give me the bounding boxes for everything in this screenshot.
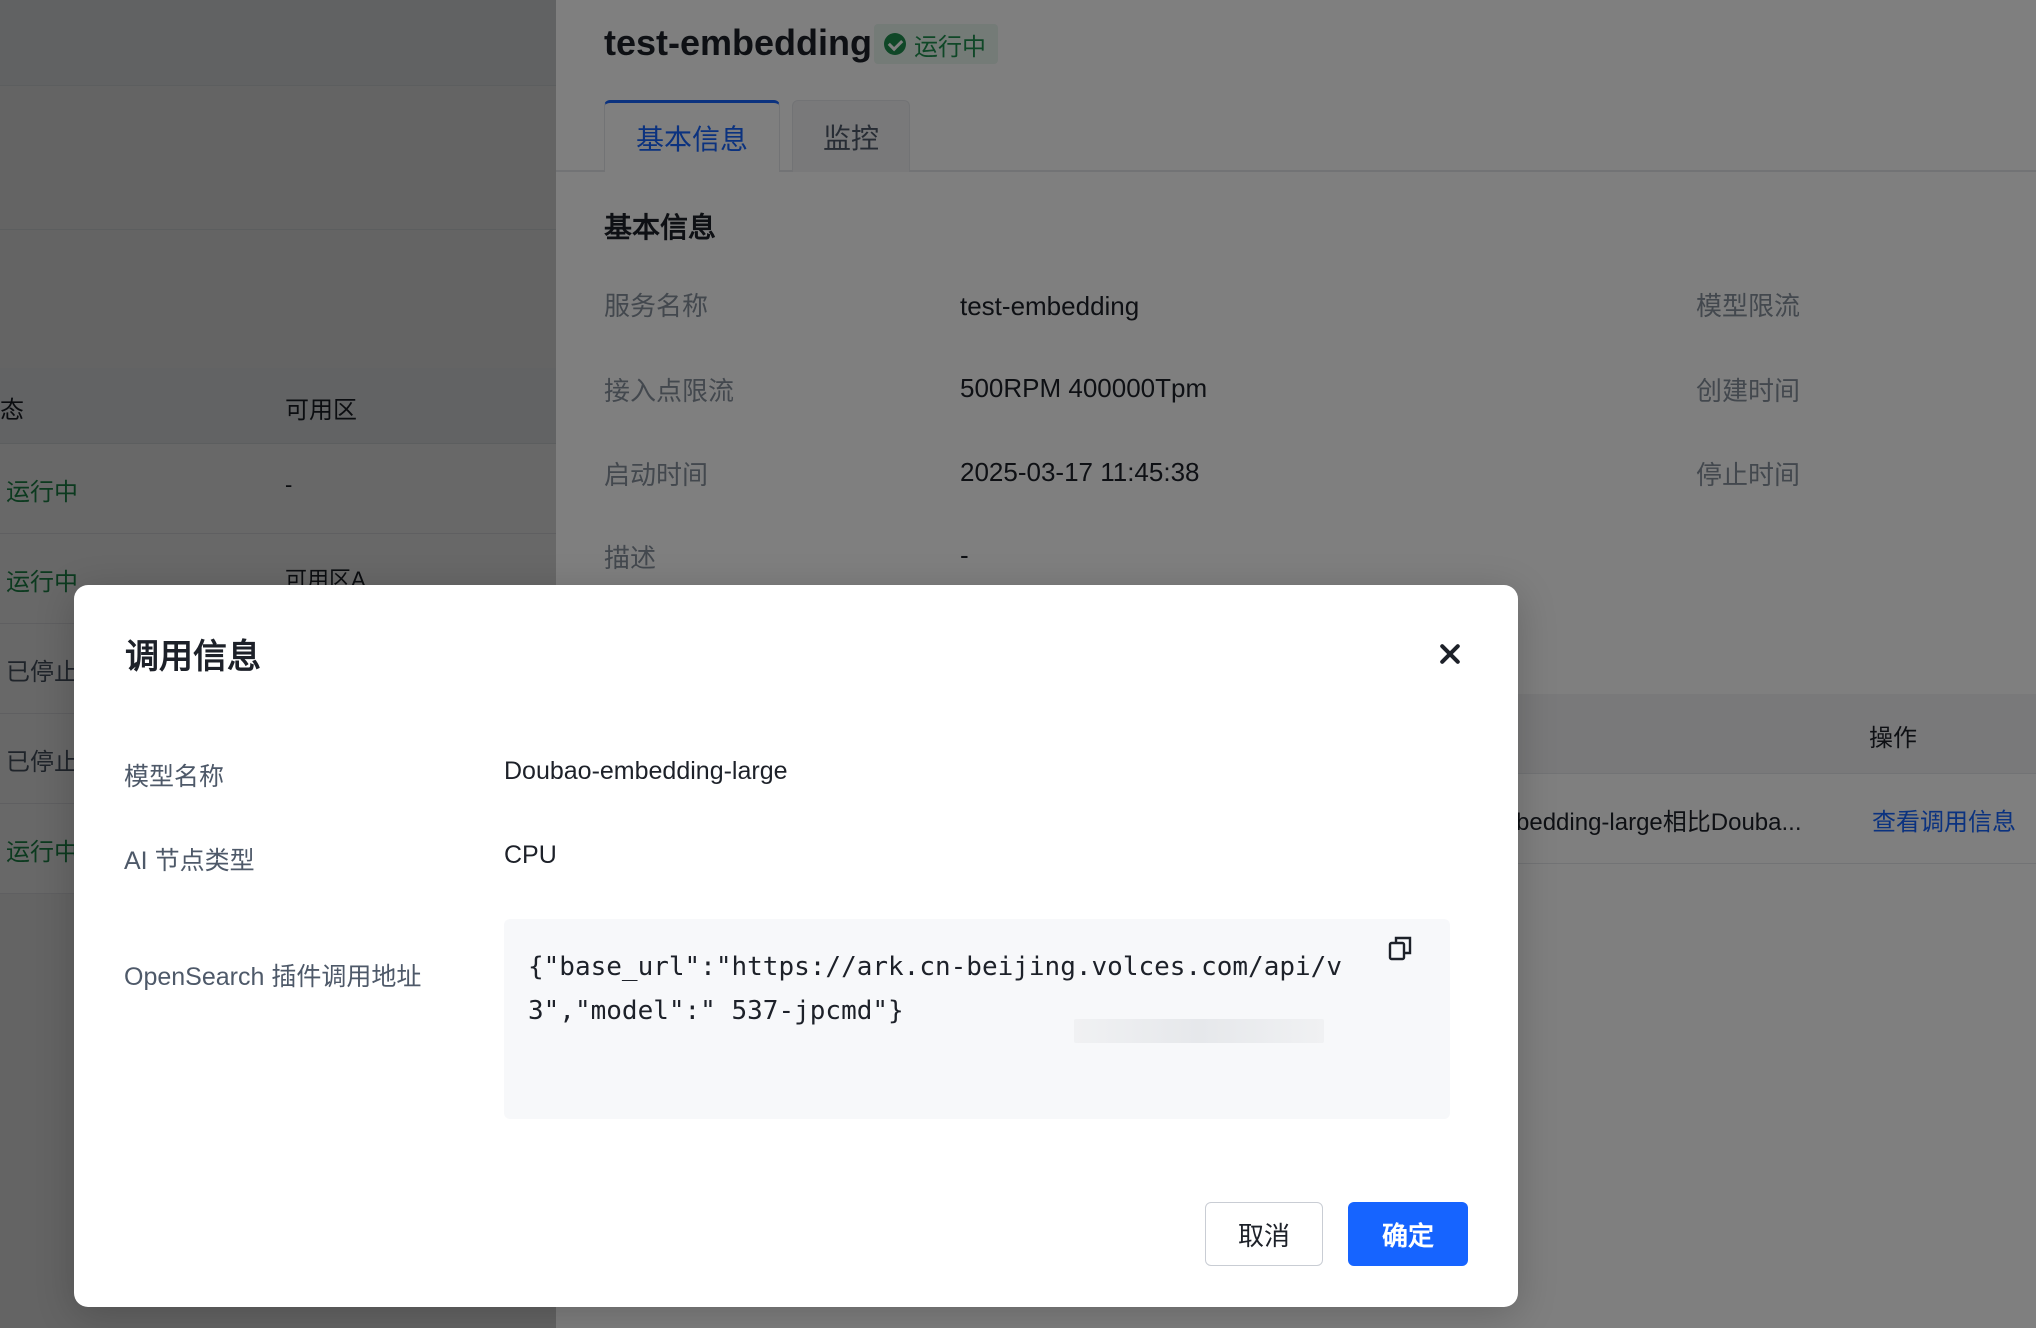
redacted-area [1074, 1019, 1324, 1043]
invocation-info-modal: 调用信息 模型名称 Doubao-embedding-large AI 节点类型… [74, 585, 1518, 1307]
model-name-label: 模型名称 [124, 763, 225, 791]
node-type-value: CPU [504, 841, 557, 869]
confirm-button[interactable]: 确定 [1348, 1202, 1468, 1266]
modal-title: 调用信息 [125, 638, 261, 676]
cancel-button[interactable]: 取消 [1205, 1202, 1323, 1266]
close-icon[interactable] [1430, 635, 1470, 675]
model-name-value: Doubao-embedding-large [504, 757, 788, 785]
plugin-url-label: OpenSearch 插件调用地址 [124, 963, 422, 991]
plugin-url-code-block: {"base_url":"https://ark.cn-beijing.volc… [504, 919, 1450, 1119]
copy-icon[interactable] [1388, 935, 1412, 961]
node-type-label: AI 节点类型 [124, 847, 255, 875]
